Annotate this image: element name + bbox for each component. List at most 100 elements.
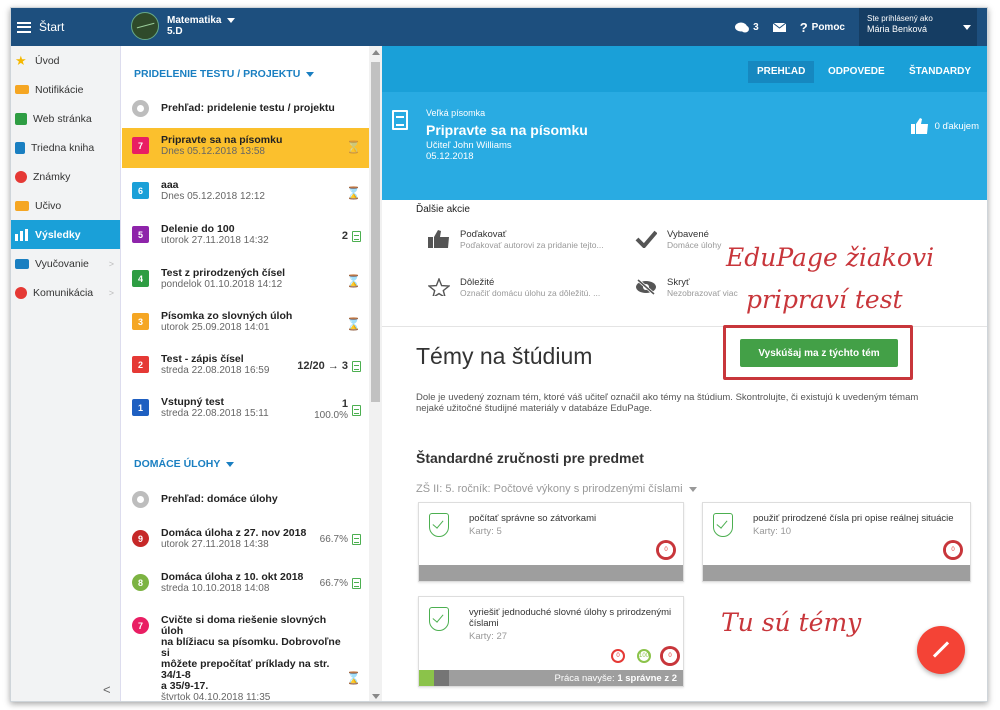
sidebar-item-uvod[interactable]: ★ Úvod <box>11 46 120 75</box>
edupage-window: Štart Matematika 5.D 3 ? Pomoc Ste prihl… <box>10 7 988 702</box>
sidebar-item-znamky[interactable]: Známky <box>11 162 120 191</box>
messages-count: 3 <box>753 21 759 33</box>
item-title: Pripravte sa na písomku <box>161 134 283 146</box>
tab-odpovede[interactable]: ODPOVEDE <box>819 61 894 83</box>
assignment-title: Pripravte sa na písomku <box>426 122 588 138</box>
skill-card[interactable]: počítať správne so zátvorkami Karty: 5 0 <box>418 502 684 582</box>
item-title-line: môžete prepočítať príklady na str. 34/1-… <box>161 658 330 681</box>
sidebar-item-label: Známky <box>33 170 71 183</box>
mail-icon <box>772 22 786 32</box>
standards-filter[interactable]: ZŠ II: 5. ročník: Počtové výkony s priro… <box>416 483 697 495</box>
action-hide[interactable]: Skryť Nezobrazovať viac <box>635 278 738 298</box>
action-thank[interactable]: Poďakovať Poďakovať autorovi za pridanie … <box>428 230 604 250</box>
item-number-badge: 3 <box>132 313 149 330</box>
class-sub: 5.D <box>167 26 183 37</box>
item-number-badge: 2 <box>132 356 149 373</box>
list-item[interactable]: 3 Písomka zo slovných úloh utorok 25.09.2… <box>122 305 369 345</box>
magic-wand-fab[interactable] <box>917 626 965 674</box>
list-item[interactable]: 7 Pripravte sa na písomku Dnes 05.12.2018… <box>122 128 369 168</box>
action-subtitle: Označiť domácu úlohu za dôležitú. ... <box>460 288 601 298</box>
skill-cards-count: Karty: 5 <box>469 526 502 537</box>
action-title: Dôležité <box>460 277 495 288</box>
collapse-sidebar-icon[interactable]: < <box>103 682 111 697</box>
skill-progress-bar <box>419 565 683 581</box>
homework-header-label: DOMÁCE ÚLOHY <box>134 458 221 470</box>
tests-section-header[interactable]: PRIDELENIE TESTU / PROJEKTU <box>134 68 315 80</box>
skill-title-line: číslami <box>469 618 499 629</box>
tab-standardy[interactable]: ŠTANDARDY <box>900 61 980 83</box>
skill-title: použiť prirodzené čísla pri opise reálne… <box>753 513 954 524</box>
list-item[interactable]: 8 Domáca úloha z 10. okt 2018 streda 10.1… <box>122 566 369 606</box>
list-item[interactable]: 4 Test z prirodzených čísel pondelok 01.1… <box>122 262 369 302</box>
thanks-button[interactable]: 0 ďakujem <box>910 118 979 134</box>
score-hundred-icon: 100 <box>637 649 651 663</box>
chevron-down-icon <box>227 17 236 23</box>
chevron-right-icon: > <box>108 287 114 298</box>
user-menu[interactable]: Ste prihlásený ako Mária Benková <box>859 8 977 46</box>
start-menu-button[interactable]: Štart <box>11 8 121 46</box>
skill-title-line: vyriešiť jednoduché slovné úlohy s priro… <box>469 607 672 618</box>
further-actions-title: Ďalšie akcie <box>416 204 470 215</box>
sidebar-item-vyucovanie[interactable]: Vyučovanie > <box>11 249 120 278</box>
item-title: Delenie do 100 <box>161 223 235 235</box>
list-item[interactable]: 9 Domáca úloha z 27. nov 2018 utorok 27.1… <box>122 522 369 562</box>
chat-icon <box>15 286 27 299</box>
shield-check-icon <box>429 513 449 537</box>
action-title: Skryť <box>667 277 690 288</box>
item-date: streda 10.10.2018 14:08 <box>161 583 270 594</box>
scroll-down-icon[interactable] <box>372 694 380 699</box>
start-label: Štart <box>39 20 65 34</box>
highlight-box <box>723 325 913 380</box>
sidebar-item-vysledky[interactable]: Výsledky <box>11 220 120 249</box>
learning-icon <box>15 200 29 211</box>
document-icon <box>352 360 361 372</box>
item-number-badge: 9 <box>132 530 149 547</box>
item-result: 12/20 → 3 <box>297 360 348 372</box>
help-label: Pomoc <box>811 21 845 33</box>
list-item[interactable]: 2 Test - zápis čísel streda 22.08.2018 16… <box>122 348 369 388</box>
skill-card[interactable]: vyriešiť jednoduché slovné úlohy s priro… <box>418 596 684 687</box>
skill-title: počítať správne so zátvorkami <box>469 513 597 524</box>
item-date: Dnes 05.12.2018 13:58 <box>161 146 265 157</box>
scroll-up-icon[interactable] <box>372 50 380 55</box>
messages-button[interactable]: 3 <box>735 22 759 33</box>
top-bar: Štart Matematika 5.D 3 ? Pomoc Ste prihl… <box>11 8 987 46</box>
gear-icon <box>132 490 149 508</box>
homework-overview-row[interactable]: Prehľad: domáce úlohy <box>122 487 369 511</box>
sidebar-item-label: Vyučovanie <box>35 257 89 270</box>
topics-description: Dole je uvedený zoznam tém, ktoré váš uč… <box>416 392 919 414</box>
shield-check-icon <box>713 513 733 537</box>
sidebar-item-web[interactable]: Web stránka <box>11 104 120 133</box>
tab-prehlad[interactable]: PREHĽAD <box>748 61 815 83</box>
action-subtitle: Poďakovať autorovi za pridanie tejto... <box>460 240 604 250</box>
skill-card[interactable]: použiť prirodzené čísla pri opise reálne… <box>702 502 971 582</box>
chevron-down-icon <box>963 25 971 30</box>
list-scrollbar[interactable] <box>369 46 382 701</box>
list-item[interactable]: 5 Delenie do 100 utorok 27.11.2018 14:32 … <box>122 218 369 258</box>
list-item[interactable]: 1 Vstupný test streda 22.08.2018 15:11 11… <box>122 391 369 435</box>
homework-section-header[interactable]: DOMÁCE ÚLOHY <box>134 458 235 470</box>
assignment-header: Veľká písomka Pripravte sa na písomku Uč… <box>382 92 987 200</box>
skill-cards-count: Karty: 10 <box>753 526 792 537</box>
star-outline-icon <box>428 278 450 296</box>
question-icon: ? <box>799 19 808 35</box>
teacher-name: Učiteľ John Williams <box>426 140 512 151</box>
sidebar-item-ucivo[interactable]: Učivo <box>11 191 120 220</box>
sidebar-item-label: Komunikácia <box>33 286 94 299</box>
scroll-thumb[interactable] <box>371 62 380 402</box>
hamburger-icon <box>17 21 31 33</box>
action-title: Vybavené <box>667 229 709 240</box>
action-title: Poďakovať <box>460 229 507 240</box>
action-important[interactable]: Dôležité Označiť domácu úlohu za dôležitú… <box>428 278 600 298</box>
help-button[interactable]: ? Pomoc <box>800 20 845 35</box>
sidebar-item-komunikacia[interactable]: Komunikácia > <box>11 278 120 307</box>
sidebar-item-notifikacie[interactable]: Notifikácie <box>11 75 120 104</box>
item-percent: 66.7% <box>319 578 348 589</box>
list-item[interactable]: 6 aaa Dnes 05.12.2018 12:12 ⌛ <box>122 174 369 214</box>
action-done[interactable]: Vybavené Domáce úlohy <box>635 230 721 250</box>
list-item[interactable]: 7 Cvičte si doma riešenie slovných úloh … <box>122 609 369 701</box>
sidebar-item-triedna-kniha[interactable]: Triedna kniha <box>11 133 120 162</box>
tests-overview-row[interactable]: Prehľad: pridelenie testu / projektu <box>122 96 369 120</box>
class-switcher[interactable]: Matematika 5.D <box>131 12 236 40</box>
mail-button[interactable] <box>772 22 786 32</box>
